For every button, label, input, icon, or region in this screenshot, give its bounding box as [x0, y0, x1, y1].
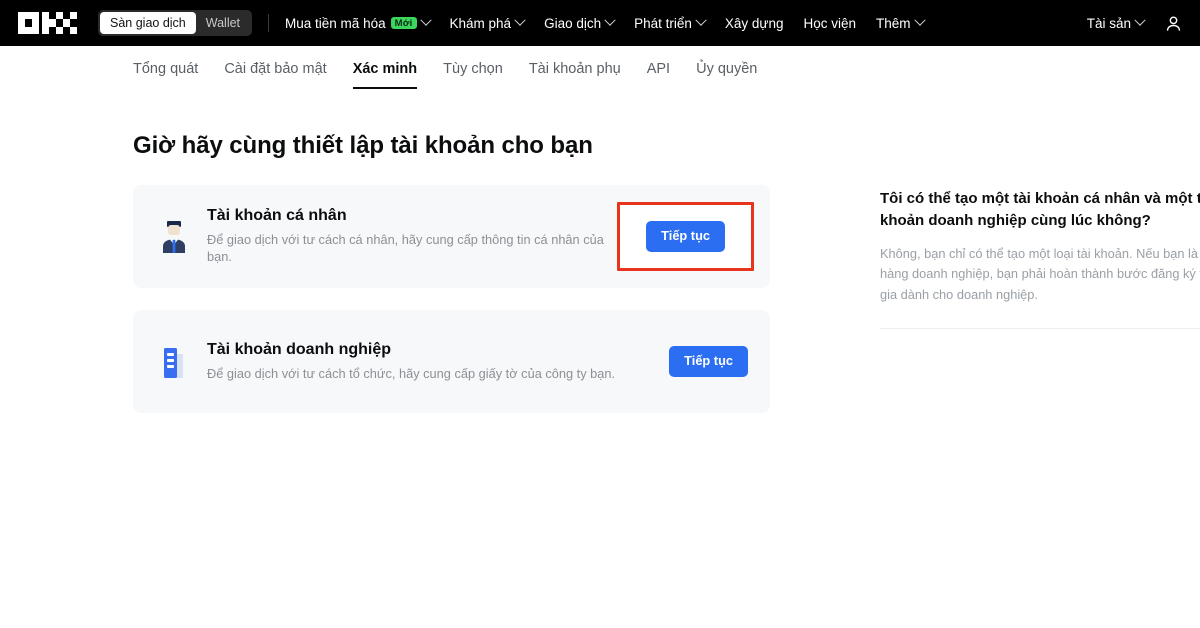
nav-item-trade[interactable]: Giao dịch: [544, 14, 616, 31]
nav-item-build[interactable]: Xây dựng: [725, 16, 784, 31]
account-card-personal[interactable]: Tài khoản cá nhân Để giao dịch với tư cá…: [133, 185, 770, 288]
nav-item-label: Khám phá: [449, 15, 512, 31]
chevron-down-icon: [1134, 14, 1146, 26]
account-card-description: Để giao dịch với tư cách tổ chức, hãy cu…: [207, 365, 616, 381]
faq-question: Tôi có thể tạo một tài khoản cá nhân và …: [880, 190, 1200, 229]
chevron-down-icon: [695, 14, 707, 26]
verification-page: Giờ hãy cùng thiết lập tài khoản cho bạn…: [0, 92, 1200, 628]
top-navigation-bar: Sàn giao dịch Wallet Mua tiền mã hóa Mới…: [0, 0, 1200, 46]
nav-item-assets[interactable]: Tài sản: [1086, 14, 1146, 31]
account-card-title: Tài khoản doanh nghiệp: [207, 340, 391, 358]
new-badge: Mới: [390, 16, 417, 30]
tab-authorization[interactable]: Ủy quyền: [696, 46, 757, 92]
account-card-text: Tài khoản cá nhân Để giao dịch với tư cá…: [207, 207, 617, 265]
tab-security-settings[interactable]: Cài đặt bảo mật: [224, 46, 326, 92]
tab-preferences[interactable]: Tùy chọn: [443, 46, 503, 92]
account-card-description: Để giao dịch với tư cách cá nhân, hãy cu…: [207, 232, 604, 264]
tab-sub-accounts[interactable]: Tài khoản phụ: [529, 46, 621, 92]
nav-item-label: Tài sản: [1086, 15, 1131, 31]
faq-divider: [880, 327, 1200, 329]
faq-answer: Không, bạn chỉ có thể tạo một loại tài k…: [880, 245, 1200, 302]
nav-item-more[interactable]: Thêm: [876, 14, 926, 31]
account-card-business[interactable]: Tài khoản doanh nghiệp Để giao dịch với …: [133, 310, 770, 413]
nav-item-label: Xây dựng: [724, 15, 784, 31]
tab-verification[interactable]: Xác minh: [352, 46, 418, 92]
page-title: Giờ hãy cùng thiết lập tài khoản cho bạn: [133, 132, 593, 159]
nav-divider: [268, 14, 270, 32]
chevron-down-icon: [604, 14, 616, 26]
building-illustration-icon: [157, 343, 191, 381]
nav-item-develop[interactable]: Phát triển: [634, 14, 707, 31]
nav-right-group: Tài sản: [1087, 12, 1184, 34]
primary-nav-items: Mua tiền mã hóa Mới Khám phá Giao dịch P…: [285, 14, 926, 31]
continue-button-personal[interactable]: Tiếp tục: [646, 221, 725, 252]
continue-button-business-wrap: Tiếp tục: [669, 346, 748, 377]
nav-item-buy-crypto[interactable]: Mua tiền mã hóa Mới: [285, 14, 432, 31]
nav-item-label: Mua tiền mã hóa: [285, 15, 386, 31]
user-icon[interactable]: [1162, 12, 1184, 34]
chevron-down-icon: [419, 14, 432, 26]
toggle-option-wallet[interactable]: Wallet: [196, 12, 250, 35]
nav-item-label: Giao dịch: [544, 15, 602, 31]
person-illustration-icon: [157, 218, 191, 256]
account-card-title: Tài khoản cá nhân: [207, 207, 347, 225]
chevron-down-icon: [913, 14, 926, 26]
tab-api[interactable]: API: [647, 46, 670, 92]
nav-item-label: Học viện: [803, 15, 857, 31]
nav-item-label: Thêm: [876, 15, 911, 31]
chevron-down-icon: [514, 14, 526, 26]
account-type-list: Tài khoản cá nhân Để giao dịch với tư cá…: [133, 185, 770, 413]
account-card-text: Tài khoản doanh nghiệp Để giao dịch với …: [207, 341, 669, 383]
nav-item-academy[interactable]: Học viện: [803, 16, 856, 31]
toggle-option-exchange[interactable]: Sàn giao dịch: [100, 11, 196, 35]
continue-button-business[interactable]: Tiếp tục: [669, 346, 748, 377]
nav-item-discover[interactable]: Khám phá: [449, 14, 526, 31]
faq-panel: Tôi có thể tạo một tài khoản cá nhân và …: [880, 188, 1200, 329]
product-switch-toggle[interactable]: Sàn giao dịch Wallet: [98, 10, 253, 36]
account-settings-tabs: Tổng quát Cài đặt bảo mật Xác minh Tùy c…: [0, 46, 1200, 92]
nav-item-label: Phát triển: [634, 15, 692, 31]
annotation-highlight-box: Tiếp tục: [617, 202, 754, 271]
okx-logo[interactable]: [16, 12, 80, 34]
tab-overview[interactable]: Tổng quát: [133, 46, 198, 92]
